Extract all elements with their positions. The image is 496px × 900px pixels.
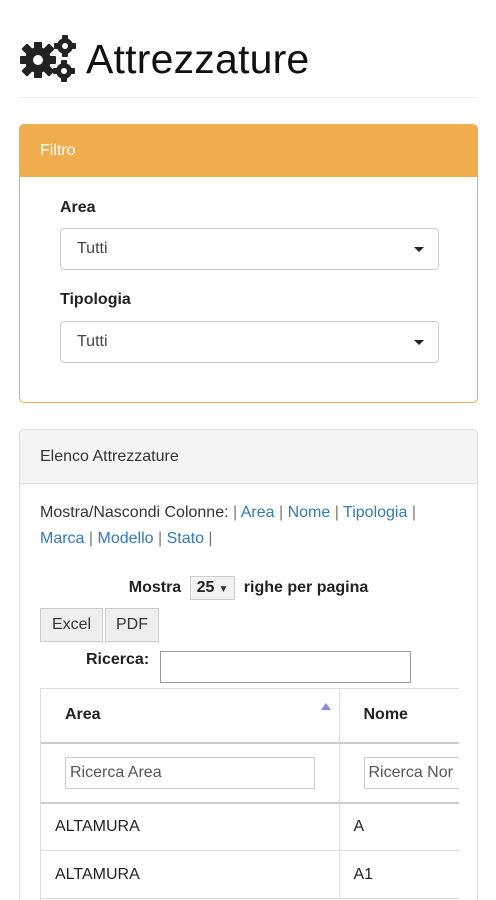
page-header: Attrezzature	[18, 34, 478, 98]
filter-panel-title: Filtro	[20, 125, 477, 177]
equipment-table: Area Nome Ricerca Area Ricerca Nor ALTAM…	[40, 688, 459, 900]
column-header-nome[interactable]: Nome	[339, 688, 459, 744]
filter-input-area[interactable]: Ricerca Area	[65, 756, 315, 789]
tipologia-select-value: Tutti	[77, 333, 108, 350]
filter-panel: Filtro Area Tutti Tipologia Tutti	[19, 124, 478, 403]
colvis-link-area[interactable]: Area	[241, 504, 275, 521]
cell-area: ALTAMURA	[41, 850, 340, 899]
page-title: Attrezzature	[86, 36, 310, 82]
colvis-link-modello[interactable]: Modello	[98, 530, 154, 547]
page-length-value: 25	[196, 579, 215, 596]
area-select-value: Tutti	[77, 240, 108, 257]
colvis-prefix: Mostra/Nascondi Colonne:	[40, 504, 229, 521]
search-input[interactable]	[160, 651, 411, 683]
gears-icon	[20, 35, 76, 82]
cell-nome: A	[339, 802, 459, 851]
colvis-link-marca[interactable]: Marca	[40, 530, 84, 547]
column-visibility: Mostra/Nascondi Colonne: | Area | Nome |…	[40, 504, 416, 547]
triangle-down-icon: ▼	[218, 584, 229, 595]
area-label: Area	[60, 199, 96, 216]
sort-ascending-icon	[320, 703, 331, 710]
list-panel-title: Elenco Attrezzature	[20, 430, 477, 484]
filter-row: Ricerca Area Ricerca Nor	[41, 742, 459, 804]
cell-nome: A1	[339, 850, 459, 899]
tipologia-label: Tipologia	[60, 291, 131, 308]
page-length-select[interactable]: 25 ▼	[189, 576, 236, 600]
caret-down-icon	[414, 340, 424, 345]
column-header-area[interactable]: Area	[41, 688, 340, 744]
pdf-button[interactable]: PDF	[105, 608, 159, 642]
caret-down-icon	[414, 247, 424, 252]
area-select[interactable]: Tutti	[60, 228, 439, 270]
search-label: Ricerca:	[86, 651, 150, 668]
filter-input-nome[interactable]: Ricerca Nor	[363, 756, 459, 789]
colvis-link-nome[interactable]: Nome	[288, 504, 331, 521]
cell-area: ALTAMURA	[41, 802, 340, 851]
tipologia-select[interactable]: Tutti	[60, 321, 439, 363]
table-row[interactable]: ALTAMURA A	[41, 802, 459, 851]
colvis-link-stato[interactable]: Stato	[167, 530, 204, 547]
colvis-link-tipologia[interactable]: Tipologia	[343, 504, 407, 521]
list-panel: Elenco Attrezzature Mostra/Nascondi Colo…	[19, 429, 478, 900]
page-length-control: Mostra 25 ▼ righe per pagina	[20, 576, 477, 600]
length-label-after: righe per pagina	[243, 579, 369, 597]
excel-button[interactable]: Excel	[40, 608, 103, 642]
table-row[interactable]: ALTAMURA A1	[41, 850, 459, 899]
length-label-before: Mostra	[128, 579, 182, 597]
